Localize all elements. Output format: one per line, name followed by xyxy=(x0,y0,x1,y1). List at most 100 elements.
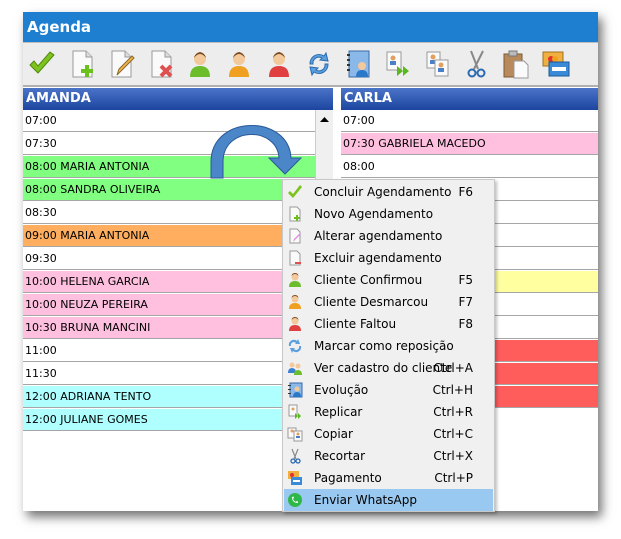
recortar-button[interactable] xyxy=(459,47,493,81)
arrow-up-icon xyxy=(320,117,329,122)
menu-item-cliente-faltou[interactable]: Cliente Faltou F8 xyxy=(284,313,493,335)
menu-item-shortcut: Ctrl+C xyxy=(433,427,473,441)
title-bar: Agenda xyxy=(23,12,598,42)
schedule-slot[interactable]: 10:00 HELENA GARCIA xyxy=(23,271,315,293)
scroll-up-button[interactable] xyxy=(315,110,333,130)
cliente-faltou-button[interactable] xyxy=(262,47,296,81)
menu-item-concluir-agendamento[interactable]: Concluir Agendamento F6 xyxy=(284,181,493,203)
schedule-slot[interactable]: 10:30 BRUNA MANCINI xyxy=(23,317,315,339)
menu-item-shortcut: F7 xyxy=(458,295,473,309)
schedule-slot[interactable]: 11:30 xyxy=(23,363,315,385)
user-orange-icon xyxy=(287,294,303,310)
schedule-slot[interactable]: 09:30 xyxy=(23,248,315,270)
notebook-user-icon xyxy=(347,50,370,78)
payment-cards-icon xyxy=(542,51,570,77)
column-header-carla: CARLA xyxy=(341,88,598,110)
menu-item-label: Marcar como reposição xyxy=(314,339,454,353)
menu-item-label: Cliente Confirmou xyxy=(314,273,423,287)
schedule-slot[interactable]: 12:00 ADRIANA TENTO xyxy=(23,386,315,408)
curved-arrow-annotation xyxy=(210,125,303,179)
menu-item-novo-agendamento[interactable]: Novo Agendamento xyxy=(284,203,493,225)
edit-document-icon xyxy=(111,50,135,78)
alterar-agendamento-button[interactable] xyxy=(105,47,139,81)
menu-item-pagamento[interactable]: Pagamento Ctrl+P xyxy=(284,467,493,489)
schedule-slot[interactable]: 11:00 xyxy=(23,340,315,362)
copy-icon xyxy=(287,426,303,442)
menu-item-recortar[interactable]: Recortar Ctrl+X xyxy=(284,445,493,467)
payment-cards-icon xyxy=(287,470,303,486)
menu-item-label: Ver cadastro do cliente xyxy=(314,361,453,375)
schedule-slot[interactable]: 09:00 MARIA ANTONIA xyxy=(23,225,315,247)
new-document-icon xyxy=(72,50,93,78)
schedule-slot[interactable]: 08:00 xyxy=(341,156,598,178)
menu-item-evolucao[interactable]: Evolução Ctrl+H xyxy=(284,379,493,401)
excluir-agendamento-button[interactable] xyxy=(145,47,179,81)
menu-item-shortcut: F5 xyxy=(458,273,473,287)
refresh-icon xyxy=(287,338,303,354)
menu-item-replicar[interactable]: Replicar Ctrl+R xyxy=(284,401,493,423)
reposicao-button[interactable] xyxy=(302,47,336,81)
scissors-icon xyxy=(287,448,303,464)
check-icon xyxy=(287,184,303,200)
menu-item-alterar-agendamento[interactable]: Alterar agendamento xyxy=(284,225,493,247)
notebook-user-icon xyxy=(287,382,303,398)
menu-item-shortcut: F8 xyxy=(458,317,473,331)
concluir-agendamento-button[interactable] xyxy=(25,47,59,81)
menu-item-cliente-desmarcou[interactable]: Cliente Desmarcou F7 xyxy=(284,291,493,313)
user-red-icon xyxy=(287,316,303,332)
user-red-icon xyxy=(269,52,289,77)
pagamento-button[interactable] xyxy=(539,47,573,81)
menu-item-marcar-como-reposicao[interactable]: Marcar como reposição xyxy=(284,335,493,357)
schedule-slot[interactable]: 07:30 GABRIELA MACEDO xyxy=(341,133,598,155)
column-header-amanda: AMANDA xyxy=(23,88,333,110)
cliente-confirmou-button[interactable] xyxy=(183,47,217,81)
refresh-icon xyxy=(309,51,329,77)
novo-agendamento-button[interactable] xyxy=(66,47,100,81)
copiar-button[interactable] xyxy=(421,47,455,81)
schedule-slot[interactable]: 08:30 xyxy=(23,202,315,224)
cliente-desmarcou-button[interactable] xyxy=(222,47,256,81)
delete-document-icon xyxy=(287,250,303,266)
menu-item-label: Cliente Faltou xyxy=(314,317,397,331)
menu-item-shortcut: Ctrl+R xyxy=(433,405,473,419)
window-title: Agenda xyxy=(27,18,92,36)
menu-item-excluir-agendamento[interactable]: Excluir agendamento xyxy=(284,247,493,269)
schedule-slot[interactable]: 12:00 JULIANE GOMES xyxy=(23,409,315,431)
menu-item-shortcut: F6 xyxy=(458,185,473,199)
edit-document-icon xyxy=(287,228,303,244)
menu-item-shortcut: Ctrl+H xyxy=(432,383,473,397)
context-menu: Concluir Agendamento F6 Novo Agendamento Al… xyxy=(282,179,495,512)
menu-item-label: Alterar agendamento xyxy=(314,229,443,243)
user-orange-icon xyxy=(229,52,249,77)
schedule-slot[interactable]: 10:00 NEUZA PEREIRA xyxy=(23,294,315,316)
menu-item-ver-cadastro-do-cliente[interactable]: Ver cadastro do cliente Ctrl+A xyxy=(284,357,493,379)
menu-item-enviar-whatsapp[interactable]: Enviar WhatsApp xyxy=(284,489,493,511)
replicate-icon xyxy=(287,404,303,420)
new-document-icon xyxy=(287,206,303,222)
scissors-icon xyxy=(467,50,486,78)
menu-item-label: Evolução xyxy=(314,383,369,397)
replicate-icon xyxy=(386,51,409,76)
delete-document-icon xyxy=(151,50,173,78)
menu-item-shortcut: Ctrl+P xyxy=(434,471,473,485)
menu-item-label: Copiar xyxy=(314,427,353,441)
menu-item-shortcut: Ctrl+X xyxy=(433,449,473,463)
replicar-button[interactable] xyxy=(381,47,415,81)
menu-item-label: Concluir Agendamento xyxy=(314,185,452,199)
menu-item-label: Pagamento xyxy=(314,471,382,485)
menu-item-copiar[interactable]: Copiar Ctrl+C xyxy=(284,423,493,445)
menu-item-label: Replicar xyxy=(314,405,363,419)
users-icon xyxy=(287,360,303,376)
evolucao-button[interactable] xyxy=(342,47,376,81)
schedule-slot[interactable]: 07:00 xyxy=(341,110,598,132)
colar-button[interactable] xyxy=(499,47,533,81)
copy-icon xyxy=(426,51,449,77)
toolbar xyxy=(23,42,598,87)
menu-item-label: Recortar xyxy=(314,449,366,463)
menu-item-label: Enviar WhatsApp xyxy=(314,493,417,507)
user-green-icon xyxy=(190,52,210,77)
menu-item-label: Novo Agendamento xyxy=(314,207,434,221)
schedule-slot[interactable]: 08:00 SANDRA OLIVEIRA xyxy=(23,179,315,201)
menu-item-cliente-confirmou[interactable]: Cliente Confirmou F5 xyxy=(284,269,493,291)
menu-item-label: Excluir agendamento xyxy=(314,251,442,265)
